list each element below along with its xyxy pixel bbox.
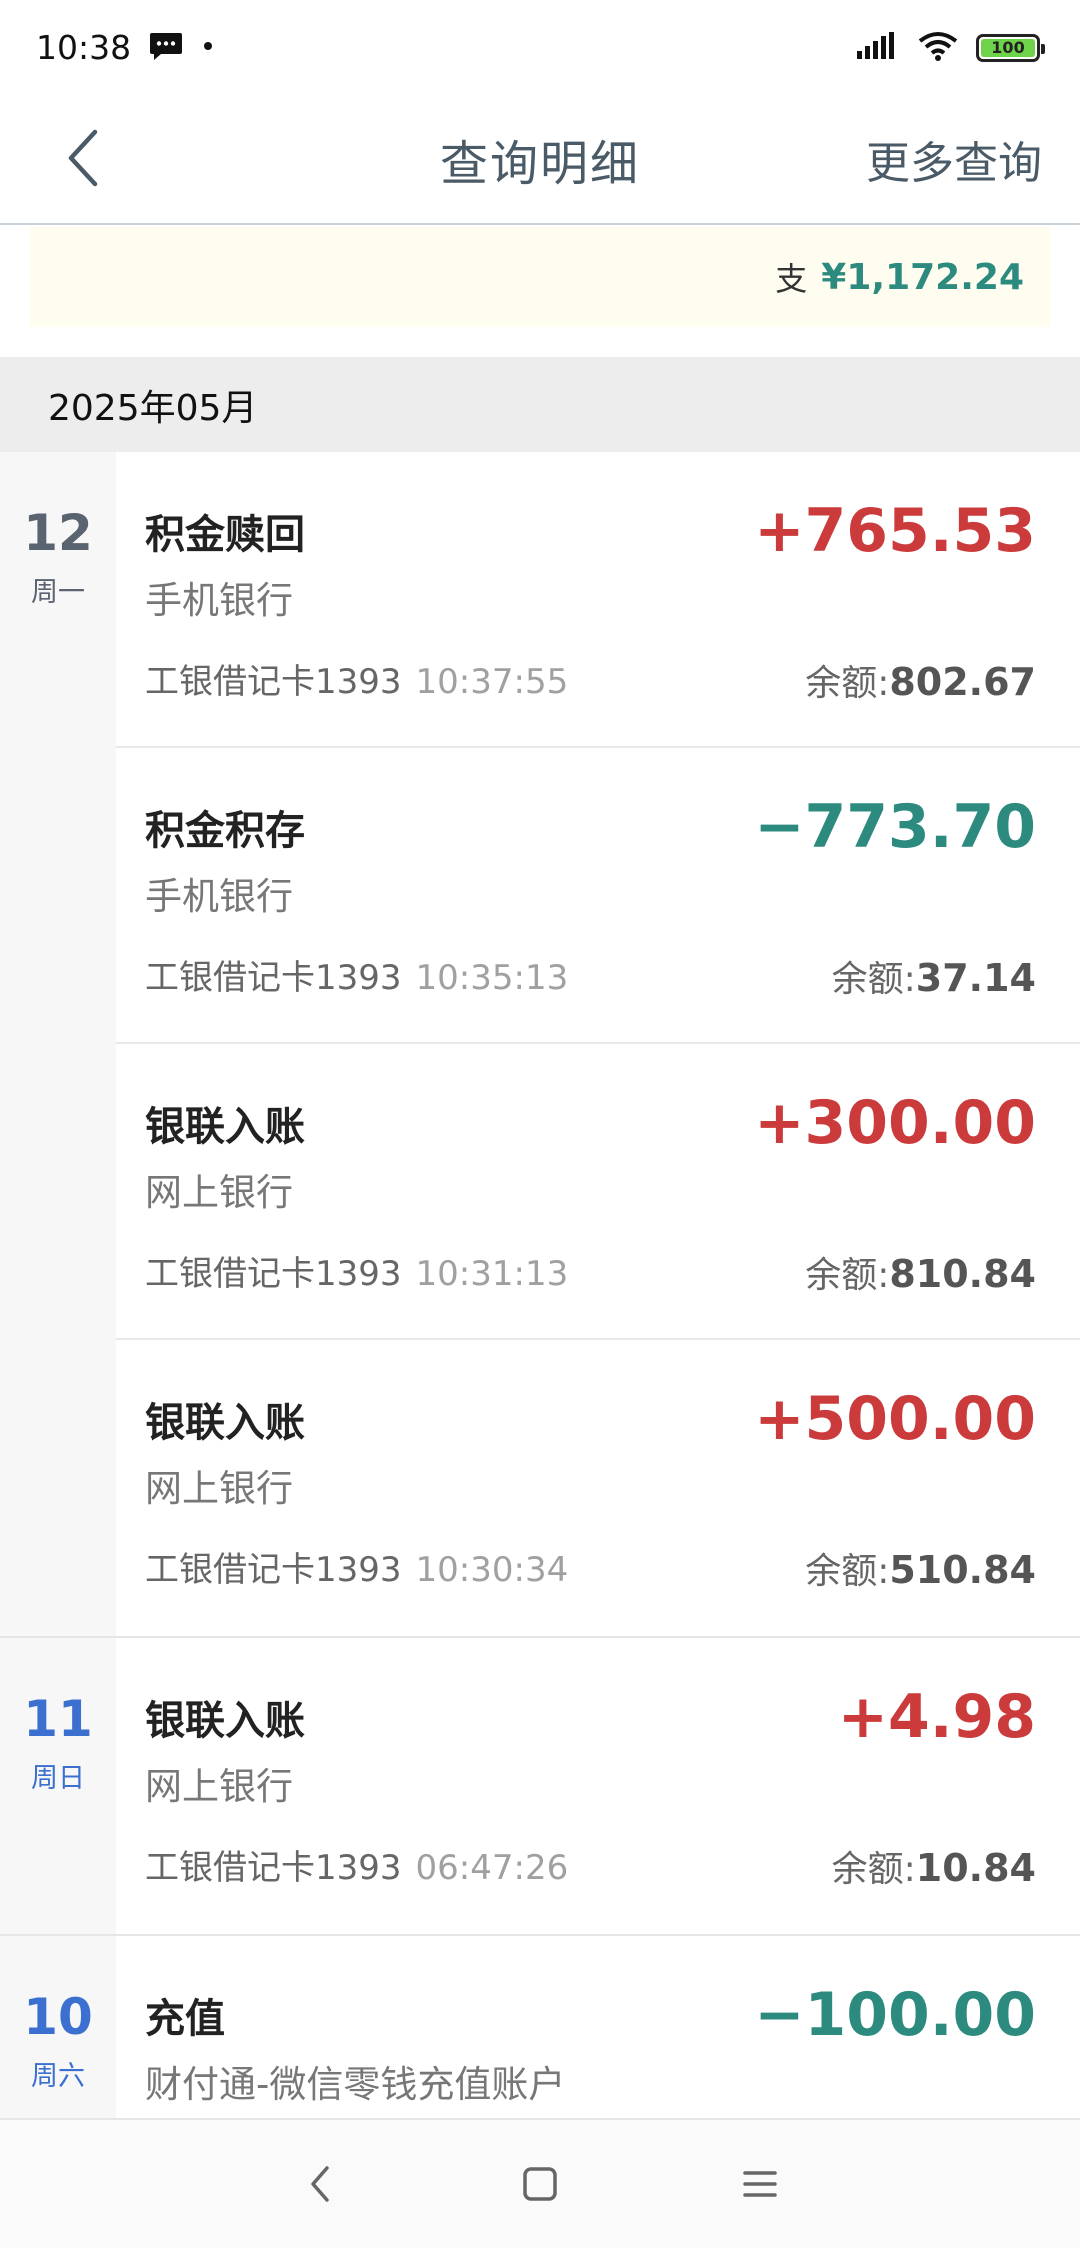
- card-name: 工银借记卡1393: [145, 1254, 402, 1294]
- status-bar: 10:38 100: [0, 0, 1080, 95]
- transaction-title: 银联入账: [145, 1104, 305, 1150]
- transaction-amount: +500.00: [754, 1384, 1036, 1454]
- day-weekday: 周六: [31, 2061, 85, 2092]
- balance-value: 802.67: [889, 660, 1036, 704]
- transaction-time: 10:31:13: [415, 1254, 569, 1294]
- nav-menu-button[interactable]: [730, 2154, 790, 2214]
- balance-label: 余额:: [805, 1551, 890, 1592]
- transaction-balance: 余额:802.67: [805, 654, 1036, 706]
- nav-home-button[interactable]: [510, 2154, 570, 2214]
- transaction-amount: −773.70: [754, 792, 1036, 862]
- summary-strip: 支 ¥1,172.24: [30, 227, 1050, 327]
- day-column: 12 周一: [0, 452, 116, 1636]
- transaction-card: 工银借记卡1393 06:47:26: [145, 1840, 568, 1889]
- transaction-channel: 网上银行: [145, 1171, 293, 1214]
- transaction-title: 积金赎回: [145, 512, 305, 558]
- balance-label: 余额:: [805, 663, 890, 704]
- status-left: 10:38: [36, 28, 215, 67]
- transaction-channel: 手机银行: [145, 579, 293, 622]
- entries: 银联入账网上银行 +4.98 工银借记卡1393 06:47:26 余额:10.84: [116, 1638, 1080, 1934]
- balance-label: 余额:: [805, 1255, 890, 1296]
- day-group: 12 周一 积金赎回 手机银行 +765.53 工银借记卡1393 10:37:55 余额:8…: [0, 452, 1080, 1638]
- day-group: 11 周日 银联入账网上银行 +4.98 工银借记卡1393 06:47:26 余额:10.…: [0, 1638, 1080, 1936]
- summary-label: 支: [775, 260, 808, 298]
- month-header: 2025年05月: [0, 357, 1080, 452]
- card-name: 工银借记卡1393: [145, 1550, 402, 1590]
- transaction-channel: 网上银行: [145, 1467, 293, 1510]
- day-number: 11: [23, 1690, 93, 1748]
- transaction-balance: 余额:10.84: [832, 1840, 1036, 1892]
- transaction-card: 工银借记卡1393 10:30:34: [145, 1542, 568, 1591]
- balance-value: 510.84: [889, 1548, 1036, 1592]
- transaction-title: 充值: [145, 1996, 225, 2042]
- transaction-channel: 手机银行: [145, 875, 293, 918]
- transaction-amount: −100.00: [754, 1980, 1036, 2050]
- app-header: 查询明细 更多查询: [0, 95, 1080, 225]
- transaction-time: 10:35:13: [415, 958, 569, 998]
- transaction-time: 06:47:26: [415, 1848, 569, 1888]
- transaction-balance: 余额:37.14: [832, 950, 1036, 1002]
- day-number: 12: [23, 504, 93, 562]
- transaction-card: 工银借记卡1393 10:31:13: [145, 1246, 568, 1295]
- transaction-list: 12 周一 积金赎回 手机银行 +765.53 工银借记卡1393 10:37:55 余额:8…: [0, 452, 1080, 2234]
- transaction-channel: 网上银行: [145, 1765, 293, 1808]
- card-name: 工银借记卡1393: [145, 1848, 402, 1888]
- transaction-row[interactable]: 银联入账网上银行 +500.00 工银借记卡1393 10:30:34 余额:510.8…: [116, 1340, 1080, 1636]
- transaction-card: 工银借记卡1393 10:37:55: [145, 654, 568, 703]
- balance-value: 810.84: [889, 1252, 1036, 1296]
- more-query-button[interactable]: 更多查询: [866, 127, 1042, 191]
- transaction-amount: +4.98: [837, 1682, 1036, 1752]
- balance-label: 余额:: [831, 959, 916, 1000]
- nav-back-icon: [311, 2166, 329, 2202]
- card-name: 工银借记卡1393: [145, 958, 402, 998]
- transaction-balance: 余额:810.84: [805, 1246, 1036, 1298]
- balance-value: 37.14: [915, 956, 1036, 1000]
- system-nav-bar: [0, 2118, 1080, 2248]
- nav-back-button[interactable]: [290, 2154, 350, 2214]
- month-label: 2025年05月: [48, 387, 258, 429]
- transaction-title: 银联入账: [145, 1698, 305, 1744]
- dot-icon: [201, 38, 215, 57]
- day-weekday: 周日: [31, 1763, 85, 1794]
- day-number: 10: [23, 1988, 93, 2046]
- page-title: 查询明细: [439, 136, 640, 192]
- nav-menu-icon: [743, 2171, 777, 2197]
- transaction-title: 积金积存: [145, 808, 305, 854]
- transaction-amount: +300.00: [754, 1088, 1036, 1158]
- battery-icon: 100: [976, 33, 1045, 62]
- balance-value: 10.84: [915, 1846, 1036, 1890]
- transaction-amount: +765.53: [754, 496, 1036, 566]
- day-column: 11 周日: [0, 1638, 116, 1934]
- transaction-card: 工银借记卡1393 10:35:13: [145, 950, 568, 999]
- transaction-row[interactable]: 积金积存手机银行 −773.70 工银借记卡1393 10:35:13 余额:37.14: [116, 748, 1080, 1044]
- chevron-left-icon: [68, 129, 98, 187]
- status-time: 10:38: [36, 28, 132, 67]
- day-weekday: 周一: [31, 577, 85, 608]
- signal-icon: [856, 31, 900, 65]
- transaction-row[interactable]: 银联入账网上银行 +300.00 工银借记卡1393 10:31:13 余额:810.8…: [116, 1044, 1080, 1340]
- message-icon: [149, 31, 183, 65]
- wifi-icon: [918, 31, 958, 65]
- card-name: 工银借记卡1393: [145, 662, 402, 702]
- transaction-time: 10:30:34: [415, 1550, 569, 1590]
- transaction-title: 银联入账: [145, 1400, 305, 1446]
- nav-home-icon: [523, 2167, 557, 2201]
- entries: 积金赎回 手机银行 +765.53 工银借记卡1393 10:37:55 余额:802.6…: [116, 452, 1080, 1636]
- transaction-balance: 余额:510.84: [805, 1542, 1036, 1594]
- transaction-channel: 财付通-微信零钱充值账户: [145, 2063, 566, 2106]
- transaction-row[interactable]: 银联入账网上银行 +4.98 工银借记卡1393 06:47:26 余额:10.84: [116, 1638, 1080, 1934]
- back-button[interactable]: [48, 123, 118, 193]
- transaction-time: 10:37:55: [415, 662, 569, 702]
- transaction-row[interactable]: 积金赎回手机银行 +765.53 工银借记卡1393 10:37:55 余额:802.6…: [116, 452, 1080, 748]
- battery-level: 100: [981, 38, 1035, 57]
- status-right: 100: [856, 31, 1045, 65]
- summary-amount: ¥1,172.24: [821, 256, 1024, 298]
- balance-label: 余额:: [831, 1849, 916, 1890]
